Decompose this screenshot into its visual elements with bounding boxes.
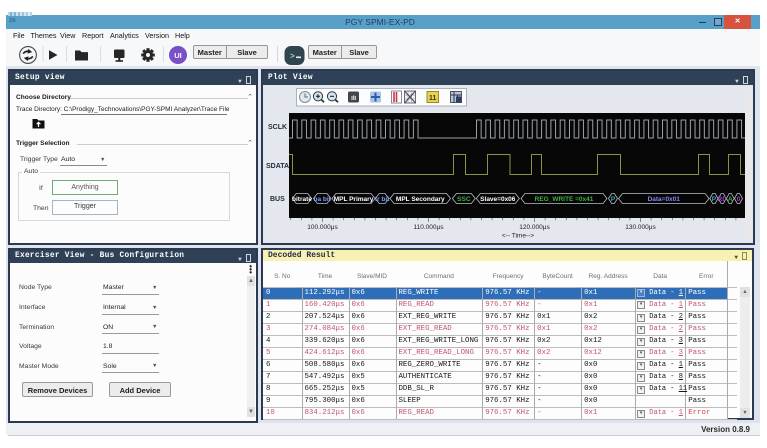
svg-text:REG_WRITE =0x41: REG_WRITE =0x41 — [534, 195, 593, 202]
svg-text:MPL Primary: MPL Primary — [333, 195, 373, 202]
svg-text:tr bit: tr bit — [374, 195, 389, 202]
svg-text:ba bit: ba bit — [313, 195, 331, 202]
svg-text:130.000μs: 130.000μs — [625, 224, 656, 231]
svg-text:110.000μs: 110.000μs — [413, 224, 444, 231]
svg-text:A: A — [727, 195, 732, 202]
svg-text:11: 11 — [429, 95, 437, 102]
svg-text:P: P — [711, 195, 716, 202]
svg-text:bitrate: bitrate — [292, 195, 312, 202]
svg-text:100.000μs: 100.000μs — [307, 224, 338, 231]
svg-text:<-- Time-->: <-- Time--> — [501, 232, 533, 239]
svg-text:120.000μs: 120.000μs — [519, 224, 550, 231]
svg-text:RD: RD — [717, 195, 727, 202]
svg-text:Slave=0x06: Slave=0x06 — [480, 195, 516, 202]
svg-text:Data=0x01: Data=0x01 — [647, 195, 680, 202]
svg-text:UI: UI — [174, 51, 182, 60]
svg-text:0: 0 — [736, 195, 740, 202]
svg-text:MPL Secondary: MPL Secondary — [395, 195, 444, 202]
svg-text:SSC: SSC — [457, 195, 471, 202]
svg-text:>: > — [290, 53, 295, 62]
svg-text:P: P — [610, 195, 615, 202]
